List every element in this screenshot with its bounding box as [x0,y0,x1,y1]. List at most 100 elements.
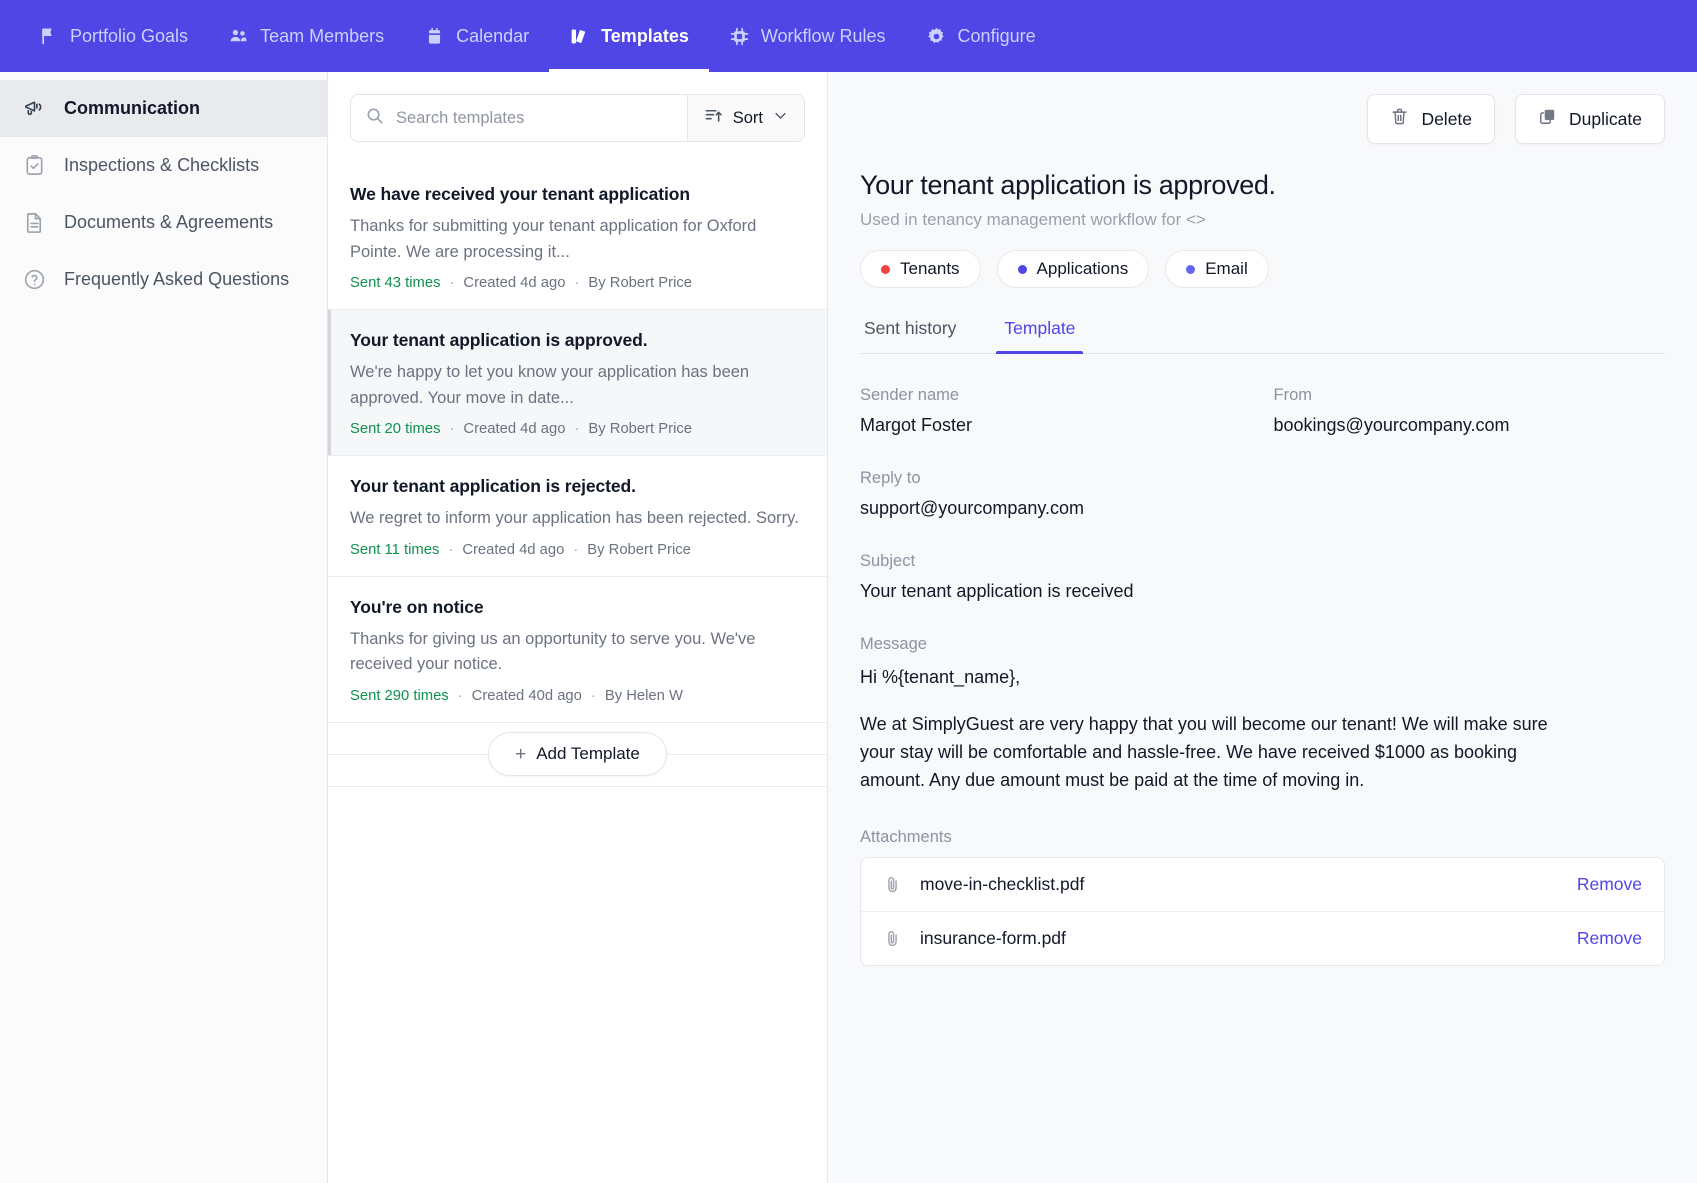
sender-name-label: Sender name [860,386,960,404]
document-icon [22,211,46,235]
template-list-item[interactable]: Your tenant application is rejected. We … [328,455,827,576]
template-list-panel: Sort We have received your tenant applic… [328,72,828,1183]
attachment-name: move-in-checklist.pdf [920,873,1085,894]
reply-to-field: Reply to support@yourcompany.com [860,469,1665,519]
sidebar-item-frequently-asked-questions[interactable]: Frequently Asked Questions [0,251,327,308]
sidebar-item-label: Documents & Agreements [64,212,274,232]
nav-item-configure[interactable]: Configure [906,0,1056,72]
sort-icon [704,106,723,130]
template-description: We're happy to let you know your applica… [350,363,750,407]
nav-item-workflow-rules[interactable]: Workflow Rules [709,0,906,72]
template-description: Thanks for giving us an opportunity to s… [350,629,756,674]
template-created: Created 40d ago [471,687,582,704]
message-body: Hi %{tenant_name}, We at SimplyGuest are… [860,664,1560,795]
template-title: Your tenant application is approved. [350,330,648,351]
attachment-row: insurance-form.pdf Remove [861,910,1664,965]
nav-item-calendar[interactable]: Calendar [404,0,549,72]
from-value: bookings@yourcompany.com [1273,415,1510,435]
sender-from-row: Sender name Margot Foster From bookings@… [860,386,1665,436]
flag-icon [38,26,59,47]
tag-tenants[interactable]: Tenants [860,250,981,288]
remove-attachment-link[interactable]: Remove [1577,874,1642,895]
subject-field: Subject Your tenant application is recei… [860,552,1665,602]
template-created: Created 4d ago [463,275,566,292]
attachment-name: insurance-form.pdf [920,927,1066,948]
sidebar-item-communication[interactable]: Communication [0,80,327,137]
detail-header: Delete Duplicate Your tenant application… [828,72,1697,288]
template-list-item[interactable]: You're on notice Thanks for giving us an… [328,575,827,722]
nav-item-portfolio-goals[interactable]: Portfolio Goals [18,0,208,72]
trash-icon [1390,107,1409,131]
sender-name-field: Sender name Margot Foster [860,386,1252,436]
page-title: Your tenant application is approved. [860,170,1276,200]
meta-separator: · [574,275,580,292]
sender-name-value: Margot Foster [860,415,973,435]
nav-item-team-members[interactable]: Team Members [208,0,404,72]
search-field-wrapper[interactable] [351,95,687,141]
sidebar-item-inspections-checklists[interactable]: Inspections & Checklists [0,137,327,194]
template-meta: Sent 20 times · Created 4d ago · By Robe… [350,421,805,437]
message-field: Message Hi %{tenant_name}, We at SimplyG… [860,635,1665,795]
duplicate-button[interactable]: Duplicate [1515,94,1665,144]
delete-button[interactable]: Delete [1367,94,1496,144]
template-meta: Sent 43 times · Created 4d ago · By Robe… [350,275,805,291]
people-icon [228,26,249,47]
templates-icon [569,26,590,47]
template-meta: Sent 290 times · Created 40d ago · By He… [350,688,805,704]
add-template-label: Add Template [536,744,640,764]
tag-email[interactable]: Email [1165,250,1269,288]
template-list-item-selected[interactable]: Your tenant application is approved. We'… [328,309,827,456]
template-title: Your tenant application is rejected. [350,476,636,497]
tag-label: Applications [1036,259,1129,278]
add-template-row: + Add Template [328,721,827,786]
megaphone-icon [22,97,46,121]
tag-applications[interactable]: Applications [996,250,1150,288]
tab-template[interactable]: Template [996,318,1084,354]
sidebar: Communication Inspections & Checklists D… [0,72,328,1183]
tag-list: Tenants Applications Email [860,250,1665,288]
nav-label: Templates [601,25,689,46]
sort-button[interactable]: Sort [686,95,804,141]
tab-label: Template [1004,318,1076,338]
calendar-icon [424,26,445,47]
meta-separator: · [449,421,455,438]
search-input[interactable] [396,108,673,128]
duplicate-icon [1538,107,1557,131]
reply-to-label: Reply to [860,469,921,487]
template-list-item[interactable]: We have received your tenant application… [328,164,827,309]
list-empty-space [328,785,827,1183]
template-description: Thanks for submitting your tenant applic… [350,217,757,261]
nav-label: Team Members [260,25,385,46]
meta-separator: · [448,541,454,558]
delete-label: Delete [1421,108,1473,129]
meta-separator: · [457,687,463,704]
nav-label: Portfolio Goals [70,25,189,46]
nav-item-templates[interactable]: Templates [549,0,709,72]
search-icon [365,106,384,130]
template-list: We have received your tenant application… [328,164,827,786]
detail-actions: Delete Duplicate [860,94,1665,144]
from-field: From bookings@yourcompany.com [1252,386,1666,436]
chevron-down-icon [773,108,788,128]
remove-attachment-link[interactable]: Remove [1577,928,1642,949]
sidebar-item-label: Communication [64,98,201,118]
chip-icon [729,26,750,47]
gear-icon [926,26,947,47]
paperclip-icon [883,929,902,948]
template-description: We regret to inform your application has… [350,509,799,528]
nav-label: Calendar [456,25,530,46]
sidebar-item-documents-agreements[interactable]: Documents & Agreements [0,194,327,251]
meta-separator: · [573,541,579,558]
duplicate-label: Duplicate [1569,108,1642,129]
tab-label: Sent history [864,318,957,338]
page-subtitle: Used in tenancy management workflow for … [860,210,1206,229]
paperclip-icon [883,875,902,894]
add-template-button[interactable]: + Add Template [488,732,667,777]
tab-sent-history[interactable]: Sent history [860,318,960,353]
template-form: Sender name Margot Foster From bookings@… [828,354,1697,966]
nav-label: Configure [957,25,1036,46]
template-sent-count: Sent 20 times [350,421,441,438]
template-meta: Sent 11 times · Created 4d ago · By Robe… [350,542,805,558]
question-circle-icon [22,268,46,292]
template-created: Created 4d ago [463,421,566,438]
